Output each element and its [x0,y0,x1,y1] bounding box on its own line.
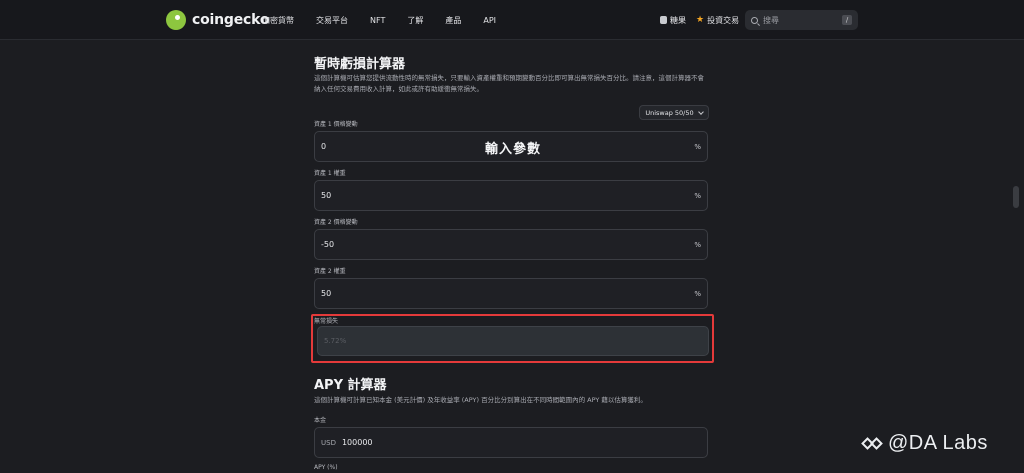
input-parameters-caption: 輸入參數 [485,142,542,157]
asset1-weight-label: 資產 1 權重 [314,170,346,177]
user-nav: 糖果 ★ 投資交易 [660,0,739,40]
nav-item-products[interactable]: 產品 [445,15,461,26]
asset2-weight-label: 資產 2 權重 [314,268,346,275]
watermark-text: @DA Labs [888,432,988,454]
asset2-price-change-value: -50 [321,240,335,249]
apy-label: APY (%) [314,464,338,471]
portfolio-link[interactable]: ★ 投資交易 [696,15,739,26]
candy-icon [660,16,667,24]
impermanent-loss-value: 5.72% [324,337,347,345]
nav-item-nft[interactable]: NFT [370,16,385,25]
principal-value: 100000 [341,438,373,447]
chevron-down-icon [697,108,704,115]
star-icon: ★ [696,15,705,25]
nav-item-learn[interactable]: 了解 [407,15,423,26]
apy-description: 這個計算機可計算已知本金 (美元計價) 及年收益率 (APY) 百分比分別算出在… [314,396,647,404]
page-title: 暫時虧損計算器 [314,57,406,72]
asset2-price-change-input[interactable]: -50 % [314,229,708,260]
coingecko-logo[interactable]: coingecko [166,10,269,30]
watermark: @DA Labs [861,432,988,455]
principal-input[interactable]: USD 100000 [314,427,708,458]
asset1-price-change-label: 資產 1 價格變動 [314,121,358,128]
percent-unit: % [694,289,701,298]
percent-unit: % [694,191,701,200]
main-nav: 加密貨幣 交易平台 NFT 了解 產品 API [262,0,518,40]
brand-name: coingecko [192,12,270,28]
candy-link[interactable]: 糖果 [660,15,686,26]
currency-prefix: USD [321,438,336,447]
search-input[interactable]: 搜尋 [763,15,842,26]
asset1-weight-value: 50 [321,191,332,200]
nav-item-cryptocurrencies[interactable]: 加密貨幣 [262,15,294,26]
diamond-logo-icon [861,433,884,455]
search-shortcut-key: / [842,15,852,25]
search-bar[interactable]: 搜尋 / [745,10,858,30]
asset2-weight-input[interactable]: 50 % [314,278,708,309]
gecko-icon [166,10,186,30]
asset1-weight-input[interactable]: 50 % [314,180,708,211]
nav-item-api[interactable]: API [483,16,496,25]
impermanent-loss-output: 5.72% [317,326,709,356]
nav-item-exchanges[interactable]: 交易平台 [316,15,348,26]
top-bar: coingecko 加密貨幣 交易平台 NFT 了解 產品 API 糖果 ★ 投… [0,0,1024,40]
scrollbar-thumb[interactable] [1013,186,1019,208]
apy-title: APY 計算器 [314,378,387,393]
asset2-weight-value: 50 [321,289,332,298]
preset-dropdown[interactable]: Uniswap 50/50 [639,105,709,120]
principal-label: 本金 [314,417,327,424]
preset-value: Uniswap 50/50 [645,108,694,117]
asset2-price-change-label: 資產 2 價格變動 [314,219,358,226]
calculator-description: 這個計算機可估算您提供流動性時的無常損失，只要輸入資產權重和預期變動百分比即可算… [314,74,704,93]
search-icon [751,16,758,24]
impermanent-loss-label: 無常損失 [314,318,339,325]
percent-unit: % [694,240,701,249]
percent-unit: % [694,142,701,151]
